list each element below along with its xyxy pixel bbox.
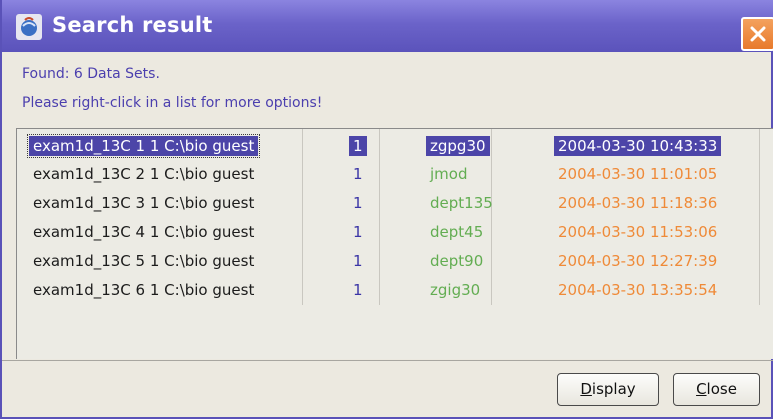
found-count-text: Found: 6 Data Sets. [22, 66, 160, 82]
search-result-dialog: Search result Found: 6 Data Sets. Please… [0, 0, 773, 419]
expno-cell[interactable]: 1 [353, 223, 363, 241]
table-row[interactable]: exam1d_13C 6 1 C:\bio guest 1 zgig30 200… [17, 277, 773, 306]
close-icon[interactable] [741, 17, 773, 51]
date-cell[interactable]: 2004-03-30 10:43:33 [554, 136, 722, 156]
pulse-program-cell[interactable]: dept45 [430, 223, 483, 241]
pulse-program-cell[interactable]: dept90 [430, 252, 483, 270]
display-button[interactable]: Display [557, 373, 659, 406]
date-cell[interactable]: 2004-03-30 11:18:36 [558, 194, 717, 212]
title-bar[interactable]: Search result [2, 0, 773, 52]
dataset-name-cell[interactable]: exam1d_13C 6 1 C:\bio guest [33, 281, 254, 299]
table-row[interactable]: exam1d_13C 5 1 C:\bio guest 1 dept90 200… [17, 248, 773, 277]
expno-cell[interactable]: 1 [353, 281, 363, 299]
expno-cell[interactable]: 1 [353, 252, 363, 270]
close-x-glyph [750, 26, 766, 42]
dataset-name-cell[interactable]: exam1d_13C 2 1 C:\bio guest [33, 165, 254, 183]
footer-divider [2, 360, 773, 361]
table-row[interactable]: exam1d_13C 4 1 C:\bio guest 1 dept45 200… [17, 219, 773, 248]
expno-cell[interactable]: 1 [349, 136, 367, 156]
java-app-icon [16, 14, 42, 40]
hint-text: Please right-click in a list for more op… [22, 95, 323, 111]
dataset-name-cell[interactable]: exam1d_13C 1 1 C:\bio guest [26, 134, 261, 158]
pulse-program-cell[interactable]: zgig30 [430, 281, 480, 299]
close-mnemonic: C [696, 380, 707, 398]
table-row[interactable]: exam1d_13C 1 1 C:\bio guest 1 zgpg30 200… [17, 132, 773, 161]
dataset-name-cell[interactable]: exam1d_13C 3 1 C:\bio guest [33, 194, 254, 212]
window-title: Search result [52, 13, 213, 37]
close-label: lose [706, 380, 737, 398]
date-cell[interactable]: 2004-03-30 13:35:54 [558, 281, 717, 299]
expno-cell[interactable]: 1 [353, 194, 363, 212]
table-row[interactable]: exam1d_13C 3 1 C:\bio guest 1 dept135 20… [17, 190, 773, 219]
date-cell[interactable]: 2004-03-30 11:01:05 [558, 165, 717, 183]
display-mnemonic: D [580, 380, 592, 398]
results-list[interactable]: exam1d_13C 1 1 C:\bio guest 1 zgpg30 200… [16, 128, 773, 359]
pulse-program-cell[interactable]: jmod [430, 165, 467, 183]
expno-cell[interactable]: 1 [353, 165, 363, 183]
pulse-program-cell[interactable]: dept135 [430, 194, 493, 212]
display-label: isplay [591, 380, 636, 398]
date-cell[interactable]: 2004-03-30 11:53:06 [558, 223, 717, 241]
date-cell[interactable]: 2004-03-30 12:27:39 [558, 252, 717, 270]
close-button[interactable]: Close [673, 373, 760, 406]
dataset-name-cell[interactable]: exam1d_13C 4 1 C:\bio guest [33, 223, 254, 241]
dataset-name-cell[interactable]: exam1d_13C 5 1 C:\bio guest [33, 252, 254, 270]
table-row[interactable]: exam1d_13C 2 1 C:\bio guest 1 jmod 2004-… [17, 161, 773, 190]
pulse-program-cell[interactable]: zgpg30 [426, 136, 490, 156]
